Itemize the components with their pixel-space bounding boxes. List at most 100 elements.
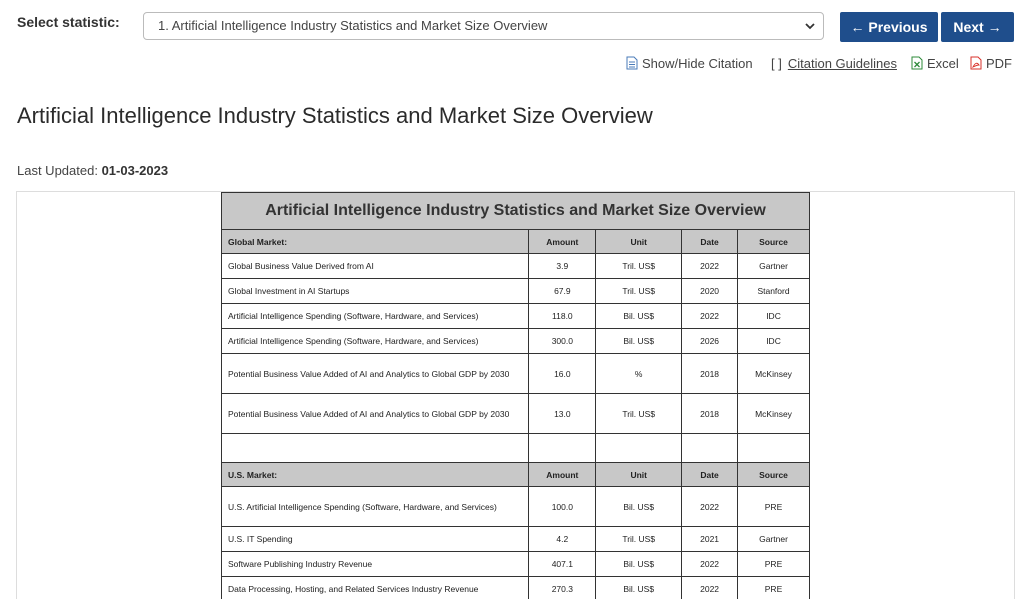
value-cell: 100.0	[528, 486, 597, 527]
citation-guidelines-label: Citation Guidelines	[787, 56, 897, 71]
table-row: U.S. Artificial Intelligence Spending (S…	[220, 486, 810, 527]
column-header: Date	[681, 462, 739, 487]
value-cell: Bil. US$	[595, 486, 683, 527]
metric-cell: Global Investment in AI Startups	[220, 278, 530, 304]
show-hide-citation-label: Show/Hide Citation	[642, 56, 753, 71]
metric-cell: Artificial Intelligence Spending (Softwa…	[220, 303, 530, 329]
value-cell: Bil. US$	[595, 576, 683, 599]
table-row: Software Publishing Industry Revenue 407.…	[220, 551, 810, 577]
value-cell: Stanford	[737, 278, 810, 304]
value-cell: 2022	[681, 303, 739, 329]
show-hide-citation-button[interactable]: Show/Hide Citation	[626, 56, 753, 71]
column-header: Unit	[595, 229, 683, 254]
chevron-down-icon	[805, 23, 815, 30]
spacer-cell	[528, 433, 597, 463]
value-cell: Tril. US$	[595, 278, 683, 304]
value-cell: IDC	[737, 303, 810, 329]
spacer-cell	[220, 433, 530, 463]
value-cell: Tril. US$	[595, 526, 683, 552]
value-cell: Tril. US$	[595, 253, 683, 279]
last-updated: Last Updated: 01-03-2023	[17, 163, 168, 178]
value-cell: %	[595, 353, 683, 394]
next-button[interactable]: Next →	[941, 12, 1014, 42]
value-cell: Bil. US$	[595, 328, 683, 354]
table-row: Artificial Intelligence Spending (Softwa…	[220, 328, 810, 354]
value-cell: PRE	[737, 551, 810, 577]
metric-cell: U.S. Artificial Intelligence Spending (S…	[220, 486, 530, 527]
value-cell: Bil. US$	[595, 551, 683, 577]
metric-cell: Data Processing, Hosting, and Related Se…	[220, 576, 530, 599]
statistic-select[interactable]: 1. Artificial Intelligence Industry Stat…	[143, 12, 824, 40]
value-cell: 2022	[681, 551, 739, 577]
page-title: Artificial Intelligence Industry Statist…	[17, 103, 653, 128]
table-row: Global Business Value Derived from AI 3.9…	[220, 253, 810, 279]
spacer-cell	[737, 433, 810, 463]
select-statistic-label: Select statistic:	[17, 14, 120, 30]
metric-cell: Global Business Value Derived from AI	[220, 253, 530, 279]
table-row: Potential Business Value Added of AI and…	[220, 393, 810, 434]
column-header: Date	[681, 229, 739, 254]
value-cell: 67.9	[528, 278, 597, 304]
table-title: Artificial Intelligence Industry Statist…	[221, 192, 810, 230]
excel-download-button[interactable]: Excel	[911, 56, 959, 71]
value-cell: PRE	[737, 576, 810, 599]
value-cell: 2018	[681, 353, 739, 394]
value-cell: McKinsey	[737, 353, 810, 394]
value-cell: 2021	[681, 526, 739, 552]
spacer-cell	[681, 433, 739, 463]
value-cell: Gartner	[737, 253, 810, 279]
column-header: U.S. Market:	[220, 462, 530, 487]
column-header: Amount	[528, 229, 597, 254]
table-row: Global Investment in AI Startups 67.9 Tril…	[220, 278, 810, 304]
last-updated-date: 01-03-2023	[101, 163, 169, 178]
value-cell: 118.0	[528, 303, 597, 329]
column-header: Source	[737, 462, 810, 487]
table-row: Data Processing, Hosting, and Related Se…	[220, 576, 810, 599]
metric-cell: Software Publishing Industry Revenue	[220, 551, 530, 577]
excel-icon	[911, 56, 923, 70]
value-cell: Gartner	[737, 526, 810, 552]
pdf-label: PDF	[986, 56, 1012, 71]
value-cell: Bil. US$	[595, 303, 683, 329]
selected-statistic-text: 1. Artificial Intelligence Industry Stat…	[158, 18, 548, 33]
spacer-cell	[595, 433, 683, 463]
column-header: Amount	[528, 462, 597, 487]
value-cell: 3.9	[528, 253, 597, 279]
column-header: Global Market:	[220, 229, 530, 254]
document-icon	[626, 56, 638, 70]
column-header: Source	[737, 229, 810, 254]
metric-cell: U.S. IT Spending	[220, 526, 530, 552]
excel-label: Excel	[927, 56, 959, 71]
metric-cell: Artificial Intelligence Spending (Softwa…	[220, 328, 530, 354]
value-cell: 2022	[681, 576, 739, 599]
value-cell: PRE	[737, 486, 810, 527]
value-cell: McKinsey	[737, 393, 810, 434]
value-cell: 4.2	[528, 526, 597, 552]
value-cell: 2020	[681, 278, 739, 304]
citation-guidelines-link[interactable]: [ ] Citation Guidelines	[771, 56, 897, 71]
value-cell: 270.3	[528, 576, 597, 599]
value-cell: 13.0	[528, 393, 597, 434]
table-row: U.S. IT Spending 4.2 Tril. US$ 2021 Gartner	[220, 526, 810, 552]
spacer-row	[220, 433, 810, 463]
table-row: Potential Business Value Added of AI and…	[220, 353, 810, 394]
last-updated-label: Last Updated:	[17, 163, 98, 178]
value-cell: 16.0	[528, 353, 597, 394]
statistic-toolbar: Select statistic: 1. Artificial Intellig…	[0, 0, 1024, 50]
pdf-download-button[interactable]: PDF	[970, 56, 1012, 71]
previous-button[interactable]: ← Previous	[840, 12, 938, 42]
statistics-table: Artificial Intelligence Industry Statist…	[220, 192, 810, 599]
brackets-icon: [ ]	[771, 56, 782, 71]
value-cell: 2018	[681, 393, 739, 434]
value-cell: IDC	[737, 328, 810, 354]
value-cell: 2022	[681, 486, 739, 527]
value-cell: 300.0	[528, 328, 597, 354]
metric-cell: Potential Business Value Added of AI and…	[220, 393, 530, 434]
value-cell: 2026	[681, 328, 739, 354]
us-market-header-row: U.S. Market: Amount Unit Date Source	[220, 462, 810, 487]
column-header: Unit	[595, 462, 683, 487]
pdf-icon	[970, 56, 982, 70]
value-cell: Tril. US$	[595, 393, 683, 434]
value-cell: 407.1	[528, 551, 597, 577]
metric-cell: Potential Business Value Added of AI and…	[220, 353, 530, 394]
